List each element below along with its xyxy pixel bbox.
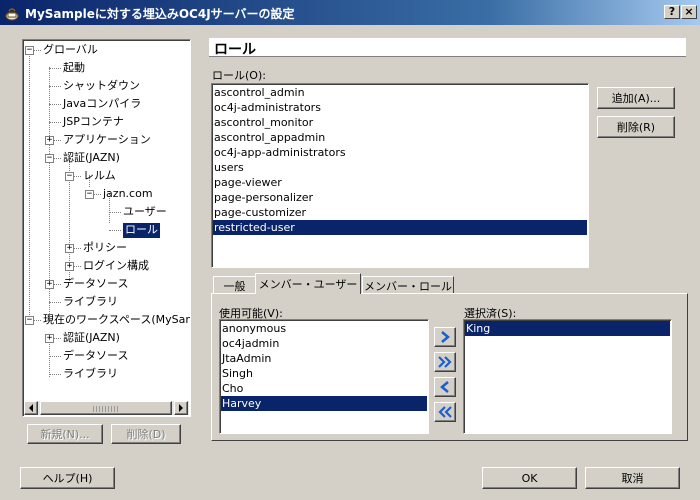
tree-horizontal-scrollbar[interactable] (24, 401, 189, 415)
collapse-icon[interactable]: − (45, 154, 54, 163)
tree-connector (49, 374, 61, 375)
tree-item-datasources[interactable]: データソース (63, 277, 128, 292)
selected-user-item[interactable]: King (465, 321, 670, 336)
available-user-item[interactable]: Harvey (221, 396, 427, 411)
tree-connector (29, 49, 30, 317)
tree-item-global[interactable]: グローバル (43, 43, 98, 58)
add-role-button[interactable]: 追加(A)... (597, 87, 675, 109)
tree-item-login-config[interactable]: ログイン構成 (83, 259, 149, 274)
tree-item-jazn-com[interactable]: jazn.com (103, 187, 153, 202)
collapse-icon[interactable]: − (25, 316, 34, 325)
available-user-item[interactable]: JtaAdmin (221, 351, 427, 366)
tab-panel: 使用可能(V): anonymous oc4jadmin JtaAdmin Singh… (211, 293, 688, 441)
tree-connector (49, 302, 61, 303)
move-all-right-button[interactable] (434, 352, 456, 372)
tree-connector (49, 86, 61, 87)
tree-item-libraries[interactable]: ライブラリ (63, 295, 118, 310)
tree-connector (109, 212, 121, 213)
cancel-button[interactable]: 取消 (585, 467, 680, 489)
role-list-item[interactable]: page-customizer (213, 205, 587, 220)
tree-connector (49, 68, 61, 69)
roles-label: ロール(O): (212, 69, 266, 82)
role-list-item[interactable]: ascontrol_monitor (213, 115, 587, 130)
new-button[interactable]: 新規(N)... (27, 424, 103, 444)
title-bar[interactable]: MySampleに対する埋込みOC4Jサーバーの設定 ? × (0, 0, 700, 25)
help-button[interactable]: ヘルプ(H) (20, 467, 115, 489)
tree-delete-button[interactable]: 削除(D) (111, 424, 181, 444)
panel-header: ロール (209, 38, 686, 58)
close-button[interactable]: × (681, 5, 697, 19)
tree-connector (49, 356, 61, 357)
available-list[interactable]: anonymous oc4jadmin JtaAdmin Singh Cho Harvey (219, 319, 429, 434)
chevron-right-icon (441, 331, 450, 343)
expand-icon[interactable]: + (65, 244, 74, 253)
expand-icon[interactable]: + (45, 136, 54, 145)
tree-connector (49, 337, 50, 377)
double-chevron-right-icon (438, 356, 452, 368)
ok-button[interactable]: OK (482, 467, 577, 489)
app-icon (5, 8, 19, 21)
move-left-button[interactable] (434, 377, 456, 397)
tree-item-shutdown[interactable]: シャットダウン (63, 79, 140, 94)
expand-icon[interactable]: + (45, 334, 54, 343)
help-title-button[interactable]: ? (664, 5, 680, 19)
expand-icon[interactable]: + (65, 262, 74, 271)
tab-member-roles[interactable]: メンバー・ロール (362, 276, 454, 294)
available-user-item[interactable]: Singh (221, 366, 427, 381)
tree-item-realms[interactable]: レルム (83, 169, 116, 184)
tab-member-users[interactable]: メンバー・ユーザー (255, 273, 361, 294)
move-all-left-button[interactable] (434, 402, 456, 422)
scroll-thumb[interactable] (40, 401, 172, 415)
window-title: MySampleに対する埋込みOC4Jサーバーの設定 (25, 7, 295, 21)
move-right-button[interactable] (434, 327, 456, 347)
tree-item-jsp-container[interactable]: JSPコンテナ (63, 115, 124, 130)
settings-tree[interactable]: − グローバル 起動 シャットダウン Javaコンパイラ JSPコンテナ + アプリケーション… (22, 39, 191, 417)
tree-connector (49, 104, 61, 105)
role-list-item[interactable]: ascontrol_admin (213, 85, 587, 100)
selected-list[interactable]: King (463, 319, 672, 434)
tree-connector (109, 230, 121, 231)
available-user-item[interactable]: oc4jadmin (221, 336, 427, 351)
collapse-icon[interactable]: − (65, 172, 74, 181)
delete-role-button[interactable]: 削除(R) (597, 116, 675, 138)
role-list-item[interactable]: oc4j-administrators (213, 100, 587, 115)
tree-connector (49, 122, 61, 123)
scroll-right-icon (179, 404, 183, 412)
double-chevron-left-icon (438, 406, 452, 418)
tree-item-java-compiler[interactable]: Javaコンパイラ (63, 97, 141, 112)
scroll-left-button[interactable] (24, 401, 38, 415)
tree-item-users[interactable]: ユーザー (123, 205, 167, 220)
collapse-icon[interactable]: − (85, 190, 94, 199)
role-list-item[interactable]: users (213, 160, 587, 175)
role-list-item[interactable]: restricted-user (213, 220, 587, 235)
tree-item-workspace-datasources[interactable]: データソース (63, 349, 128, 364)
header-divider (209, 56, 686, 57)
tree-item-auth-jazn[interactable]: 認証(JAZN) (63, 151, 120, 166)
tab-general[interactable]: 一般 (213, 276, 256, 294)
scroll-left-icon (29, 404, 33, 412)
role-list-item[interactable]: page-personalizer (213, 190, 587, 205)
collapse-icon[interactable]: − (25, 46, 34, 55)
expand-icon[interactable]: + (45, 280, 54, 289)
tree-item-roles[interactable]: ロール (123, 223, 160, 238)
tree-item-current-workspace[interactable]: 現在のワークスペース(MySamp (43, 313, 190, 328)
roles-list[interactable]: ascontrol_admin oc4j-administrators ascont… (211, 83, 589, 268)
role-list-item[interactable]: oc4j-app-administrators (213, 145, 587, 160)
scroll-right-button[interactable] (174, 401, 188, 415)
tree-item-startup[interactable]: 起動 (63, 61, 85, 76)
available-user-item[interactable]: Cho (221, 381, 427, 396)
role-list-item[interactable]: page-viewer (213, 175, 587, 190)
chevron-left-icon (440, 381, 449, 393)
tree-item-workspace-libraries[interactable]: ライブラリ (63, 367, 118, 382)
tree-item-workspace-auth-jazn[interactable]: 認証(JAZN) (63, 331, 120, 346)
available-user-item[interactable]: anonymous (221, 321, 427, 336)
role-list-item[interactable]: ascontrol_appadmin (213, 130, 587, 145)
tree-item-policies[interactable]: ポリシー (83, 241, 127, 256)
tree-item-applications[interactable]: アプリケーション (63, 133, 151, 148)
